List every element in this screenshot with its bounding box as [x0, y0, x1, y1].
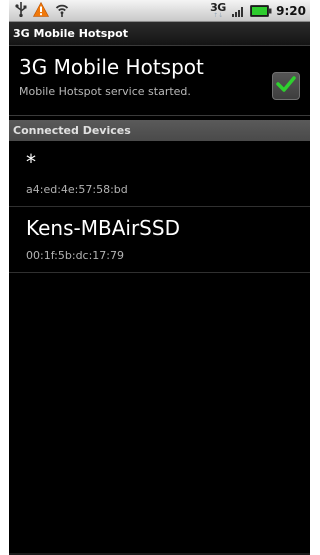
page-title: 3G Mobile Hotspot [13, 27, 128, 40]
title-bar: 3G Mobile Hotspot [9, 22, 310, 46]
connected-devices-header: Connected Devices [9, 120, 310, 141]
device-mac-address: a4:ed:4e:57:58:bd [26, 183, 128, 196]
device-name: Kens-MBAirSSD [26, 216, 180, 240]
data-activity-arrows: ↑↓ [213, 12, 224, 19]
connected-devices-label: Connected Devices [13, 124, 131, 137]
signal-strength-icon [232, 2, 246, 21]
warning-icon [32, 1, 50, 21]
device-row[interactable]: Kens-MBAirSSD 00:1f:5b:dc:17:79 [9, 207, 310, 273]
wifi-hotspot-icon [55, 2, 69, 21]
battery-icon [250, 2, 272, 21]
device-name: * [26, 150, 36, 174]
status-bar-system: 3G ↑↓ 9:20 [210, 1, 306, 21]
status-clock: 9:20 [276, 4, 306, 18]
status-bar: 3G ↑↓ 9:20 [9, 0, 310, 22]
status-bar-notifications [15, 1, 69, 21]
hotspot-toggle-row[interactable]: 3G Mobile Hotspot Mobile Hotspot service… [9, 46, 310, 116]
hotspot-checkbox[interactable] [272, 72, 300, 100]
usb-icon [15, 1, 27, 21]
checkmark-icon [276, 75, 296, 97]
network-type-indicator: 3G ↑↓ [210, 1, 228, 21]
device-mac-address: 00:1f:5b:dc:17:79 [26, 249, 125, 262]
phone-screen: 3G ↑↓ 9:20 3G Mobile Hotspot 3G Mobile H… [9, 0, 310, 555]
hotspot-setting-title: 3G Mobile Hotspot [19, 55, 204, 79]
hotspot-setting-summary: Mobile Hotspot service started. [19, 85, 191, 98]
device-row[interactable]: * a4:ed:4e:57:58:bd [9, 141, 310, 207]
